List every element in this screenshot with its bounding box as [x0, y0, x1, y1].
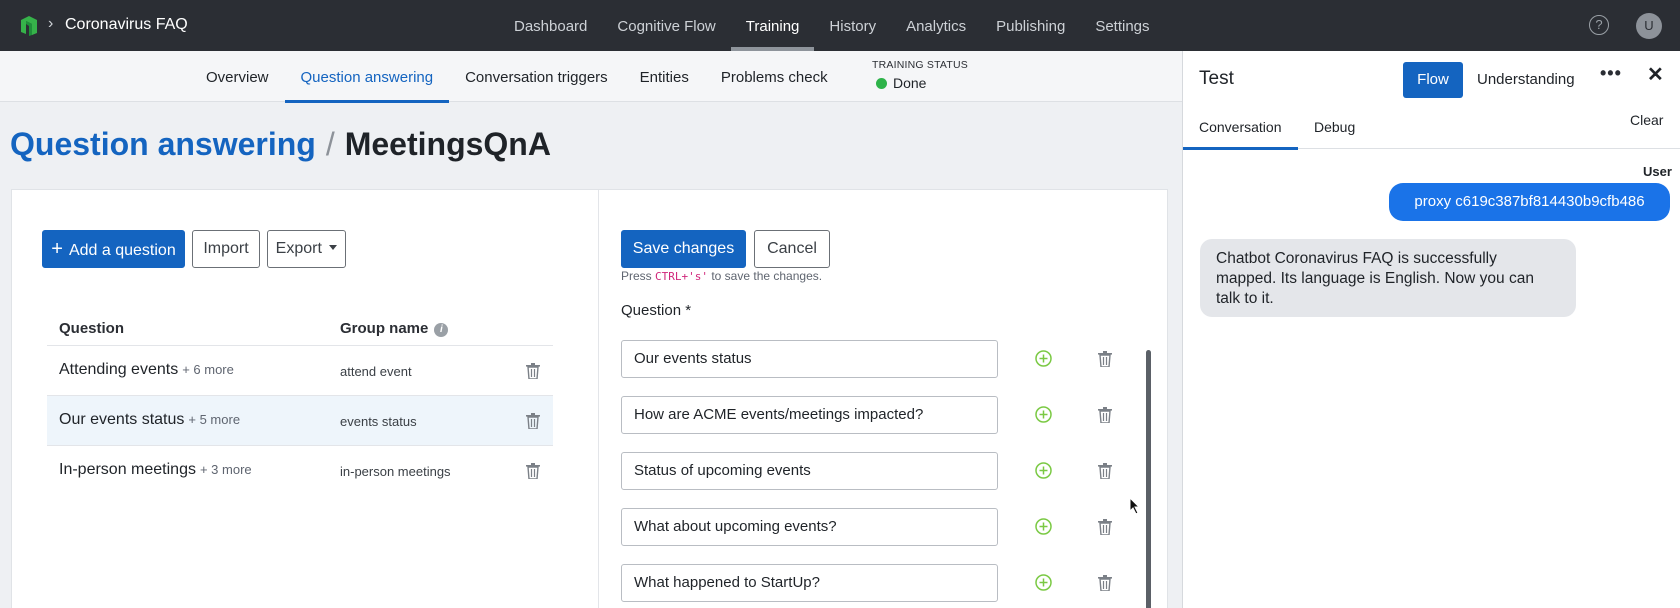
question-input[interactable]: Our events status — [621, 340, 998, 378]
table-row[interactable]: Attending events + 6 more attend event — [47, 345, 553, 395]
trash-icon[interactable] — [526, 363, 540, 379]
breadcrumb-separator: / — [325, 126, 335, 162]
row-more-count: + 6 more — [182, 362, 234, 377]
question-input[interactable]: How are ACME events/meetings impacted? — [621, 396, 998, 434]
nav-settings[interactable]: Settings — [1080, 0, 1164, 51]
row-group: attend event — [340, 364, 412, 379]
row-group: events status — [340, 414, 417, 429]
breadcrumb-chevron-icon: › — [48, 15, 54, 32]
tab-conversation[interactable]: Conversation — [1183, 107, 1297, 150]
bot-message-bubble: Chatbot Coronavirus FAQ is successfully … — [1200, 239, 1576, 317]
question-field-label: Question * — [621, 302, 692, 319]
table-row[interactable]: In-person meetings + 3 more in-person mee… — [47, 445, 553, 495]
row-question-text: Attending events — [59, 361, 179, 378]
close-icon[interactable]: ✕ — [1647, 62, 1664, 87]
row-question: Attending events + 6 more — [59, 361, 234, 379]
trash-icon[interactable] — [526, 463, 540, 479]
add-variant-icon[interactable] — [1035, 462, 1052, 479]
tab-overview[interactable]: Overview — [190, 51, 285, 102]
caret-down-icon — [329, 245, 338, 250]
nav-publishing[interactable]: Publishing — [981, 0, 1080, 51]
status-dot-icon — [876, 77, 887, 89]
tab-problems-check[interactable]: Problems check — [705, 51, 844, 102]
column-header-question: Question — [59, 320, 125, 337]
row-group: in-person meetings — [340, 464, 451, 479]
save-hint: Press CTRL+'s' to save the changes. — [621, 269, 822, 283]
nav-history[interactable]: History — [814, 0, 891, 51]
nav-cognitive-flow[interactable]: Cognitive Flow — [602, 0, 730, 51]
trash-icon[interactable] — [1098, 463, 1112, 479]
sub-nav-bar: Overview Question answering Conversation… — [0, 51, 1182, 103]
column-divider — [598, 190, 599, 608]
user-avatar[interactable]: U — [1636, 13, 1662, 39]
question-input[interactable]: What happened to StartUp? — [621, 564, 998, 602]
trash-icon[interactable] — [1098, 351, 1112, 367]
tab-conversation-triggers[interactable]: Conversation triggers — [449, 51, 624, 102]
app-title[interactable]: Coronavirus FAQ — [65, 16, 188, 34]
clear-button[interactable]: Clear — [1630, 112, 1663, 128]
add-variant-icon[interactable] — [1035, 350, 1052, 367]
page-title: Question answering / MeetingsQnA — [10, 126, 551, 163]
nav-training[interactable]: Training — [730, 0, 815, 51]
save-hint-prefix: Press — [621, 269, 656, 283]
add-question-button[interactable]: + Add a question — [42, 230, 185, 268]
add-variant-icon[interactable] — [1035, 518, 1052, 535]
training-status-value: Done — [893, 75, 927, 91]
table-row[interactable]: Our events status + 5 more events status — [47, 395, 553, 445]
column-header-group: Group name i — [340, 320, 449, 337]
nav-dashboard[interactable]: Dashboard — [499, 0, 602, 51]
main-nav: Dashboard Cognitive Flow Training Histor… — [499, 0, 1165, 51]
nav-analytics[interactable]: Analytics — [891, 0, 981, 51]
flow-button[interactable]: Flow — [1403, 62, 1463, 98]
test-panel-tabs: Conversation Debug — [1183, 107, 1680, 150]
editor-scrollbar[interactable] — [1146, 350, 1151, 608]
export-dropdown[interactable]: Export — [267, 230, 346, 268]
tab-debug[interactable]: Debug — [1314, 107, 1355, 149]
qna-card: + Add a question Import Export Question G… — [11, 189, 1168, 608]
row-question-text: In-person meetings — [59, 461, 196, 478]
add-variant-icon[interactable] — [1035, 574, 1052, 591]
question-input[interactable]: Status of upcoming events — [621, 452, 998, 490]
test-panel-title: Test — [1199, 68, 1234, 89]
test-panel: Test Flow Understanding ••• ✕ Conversati… — [1182, 51, 1680, 608]
tab-question-answering[interactable]: Question answering — [284, 51, 450, 103]
export-label: Export — [275, 240, 322, 257]
shortcut-code: CTRL+'s' — [655, 270, 708, 283]
understanding-button[interactable]: Understanding — [1477, 62, 1575, 98]
cancel-button[interactable]: Cancel — [754, 230, 830, 268]
sub-nav: Overview Question answering Conversation… — [190, 51, 844, 103]
save-changes-button[interactable]: Save changes — [621, 230, 746, 268]
breadcrumb-section-link[interactable]: Question answering — [10, 126, 316, 162]
column-header-group-label: Group name — [340, 320, 429, 337]
trash-icon[interactable] — [1098, 407, 1112, 423]
more-options-icon[interactable]: ••• — [1600, 63, 1622, 84]
user-label: User — [1643, 164, 1672, 179]
row-question: In-person meetings + 3 more — [59, 461, 252, 479]
mouse-cursor-icon — [1129, 497, 1141, 515]
row-more-count: + 5 more — [188, 412, 241, 427]
info-icon[interactable]: i — [434, 323, 449, 337]
app-logo-icon[interactable] — [18, 14, 40, 36]
help-icon[interactable]: ? — [1589, 15, 1609, 35]
breadcrumb-current: MeetingsQnA — [344, 126, 551, 162]
trash-icon[interactable] — [526, 413, 540, 429]
plus-icon: + — [51, 238, 63, 260]
training-area: Overview Question answering Conversation… — [0, 51, 1182, 608]
question-input[interactable]: What about upcoming events? — [621, 508, 998, 546]
training-status: Done — [876, 75, 926, 91]
add-variant-icon[interactable] — [1035, 406, 1052, 423]
top-bar: › Coronavirus FAQ Dashboard Cognitive Fl… — [0, 0, 1680, 51]
save-hint-suffix: to save the changes. — [708, 269, 823, 283]
trash-icon[interactable] — [1098, 575, 1112, 591]
row-question-text: Our events status — [59, 411, 185, 428]
add-question-label: Add a question — [68, 242, 176, 259]
row-more-count: + 3 more — [199, 462, 252, 477]
training-status-label: TRAINING STATUS — [872, 59, 968, 71]
tab-entities[interactable]: Entities — [624, 51, 705, 102]
import-button[interactable]: Import — [192, 230, 260, 268]
row-question: Our events status + 5 more — [59, 411, 240, 429]
trash-icon[interactable] — [1098, 519, 1112, 535]
user-message-bubble: proxy c619c387bf814430b9cfb486 — [1389, 183, 1670, 221]
